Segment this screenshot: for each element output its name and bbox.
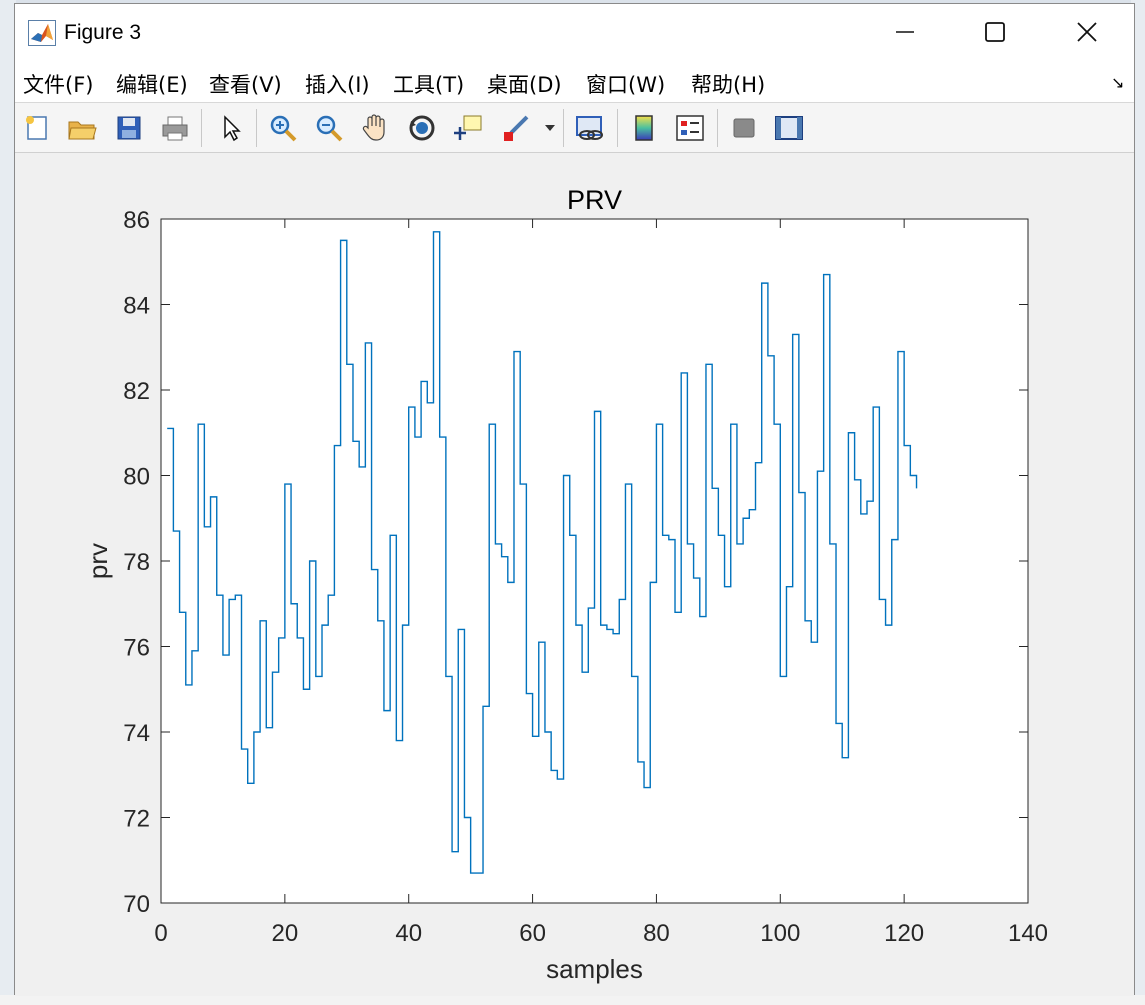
chart-title: PRV (567, 185, 622, 215)
x-tick-label: 120 (884, 920, 924, 947)
show-plot-tools-button[interactable] (772, 111, 806, 145)
menu-view[interactable]: 查看(V) (209, 69, 282, 99)
save-button[interactable] (112, 111, 146, 145)
maximize-icon (985, 22, 1005, 42)
menu-edit[interactable]: 编辑(E) (116, 69, 188, 99)
x-tick-label: 0 (154, 920, 167, 947)
menu-insert[interactable]: 插入(I) (305, 69, 370, 99)
prv-chart: 0 20 40 60 80 100 120 140 70 72 74 76 78 80 82 84 86 PRV s… (83, 185, 1048, 984)
link-plot-button[interactable] (573, 111, 607, 145)
y-tick-label: 78 (123, 549, 150, 576)
colorbar-icon (635, 115, 653, 141)
y-tick-label: 80 (123, 464, 150, 491)
toolbar-separator (617, 109, 618, 147)
x-axis-label: samples (546, 954, 643, 984)
x-tick-label: 140 (1008, 920, 1048, 947)
x-tick-label: 100 (760, 920, 800, 947)
menu-help[interactable]: 帮助(H) (691, 69, 765, 99)
pan-hand-icon (362, 114, 385, 141)
brush-icon (504, 115, 529, 141)
matlab-logo-icon (28, 20, 56, 46)
zoom-out-icon (316, 115, 343, 142)
hide-plot-tools-button[interactable] (727, 111, 761, 145)
dock-arrow-icon[interactable]: ↘ (1111, 73, 1124, 92)
y-tick-label: 76 (123, 635, 150, 662)
x-tick-label: 80 (643, 920, 670, 947)
y-tick-label: 70 (123, 891, 150, 918)
y-tick-label: 86 (123, 207, 150, 234)
legend-button[interactable] (673, 111, 707, 145)
y-tick-label: 84 (123, 293, 150, 320)
close-button[interactable] (1067, 14, 1107, 50)
new-figure-icon (26, 116, 47, 140)
pointer-button[interactable] (214, 111, 248, 145)
save-icon (117, 116, 141, 140)
hide-plot-tools-icon (733, 118, 755, 138)
maximize-button[interactable] (975, 14, 1015, 50)
new-figure-button[interactable] (20, 111, 54, 145)
desktop-background-bottom (0, 995, 1145, 1005)
y-tick-label: 82 (123, 378, 150, 405)
data-cursor-icon (454, 115, 482, 140)
legend-icon (676, 115, 704, 141)
print-button[interactable] (158, 111, 192, 145)
menu-desktop[interactable]: 桌面(D) (487, 69, 562, 99)
toolbar-separator (563, 109, 564, 147)
zoom-in-button[interactable] (266, 111, 300, 145)
toolbar-separator (201, 109, 202, 147)
menu-window[interactable]: 窗口(W) (586, 69, 665, 99)
menu-file[interactable]: 文件(F) (23, 69, 93, 99)
pan-button[interactable] (358, 111, 392, 145)
y-tick-label: 72 (123, 806, 150, 833)
open-file-button[interactable] (65, 111, 99, 145)
brush-dropdown[interactable] (539, 111, 561, 145)
colorbar-button[interactable] (627, 111, 661, 145)
x-tick-label: 40 (395, 920, 422, 947)
figure-toolbar (15, 103, 1134, 153)
figure-window: Figure 3 文件(F) 编辑(E) 查看(V) 插入(I) 工具(T) 桌… (14, 3, 1135, 996)
y-axis-label: prv (83, 543, 113, 579)
link-plot-icon (576, 116, 603, 140)
minimize-button[interactable] (885, 14, 925, 50)
show-plot-tools-icon (775, 116, 803, 140)
brush-button[interactable] (499, 111, 533, 145)
chevron-down-icon (545, 125, 555, 131)
pointer-icon (224, 115, 241, 142)
menu-tools[interactable]: 工具(T) (393, 69, 464, 99)
figure-canvas: 0 20 40 60 80 100 120 140 70 72 74 76 78 80 82 84 86 PRV s… (15, 154, 1134, 996)
window-title: Figure 3 (64, 21, 142, 44)
x-tick-label: 60 (519, 920, 546, 947)
open-file-icon (68, 121, 97, 140)
zoom-out-button[interactable] (312, 111, 346, 145)
minimize-icon (896, 31, 914, 33)
toolbar-separator (717, 109, 718, 147)
data-cursor-button[interactable] (451, 111, 485, 145)
rotate-3d-icon (409, 115, 435, 141)
close-icon (1077, 22, 1097, 42)
x-tick-label: 20 (272, 920, 299, 947)
y-tick-label: 74 (123, 720, 150, 747)
title-bar[interactable]: Figure 3 (15, 4, 1134, 61)
toolbar-separator (256, 109, 257, 147)
zoom-in-icon (270, 115, 297, 142)
rotate-3d-button[interactable] (405, 111, 439, 145)
menu-bar: 文件(F) 编辑(E) 查看(V) 插入(I) 工具(T) 桌面(D) 窗口(W… (15, 61, 1134, 103)
print-icon (162, 116, 188, 141)
